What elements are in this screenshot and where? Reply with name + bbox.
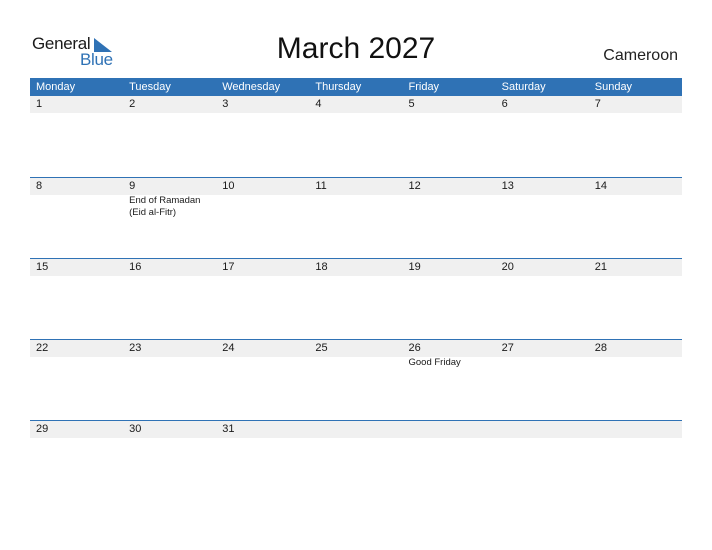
day-number: 4 bbox=[315, 98, 322, 110]
day-number: 31 bbox=[222, 423, 235, 435]
week-row: 29 30 31 bbox=[30, 420, 682, 438]
weeks-container: 1 2 3 4 5 6 7 8 9 End of Ramadan (Eid al-Fitr) 10 1… bbox=[30, 96, 682, 438]
day-cell: 4 bbox=[309, 96, 402, 113]
day-cell: 26 Good Friday bbox=[403, 340, 496, 369]
day-cell: 1 bbox=[30, 96, 123, 113]
weekday-tuesday: Tuesday bbox=[129, 81, 171, 93]
day-number bbox=[502, 421, 589, 438]
day-cell: 2 bbox=[123, 96, 216, 113]
day-cell: 22 bbox=[30, 340, 123, 369]
day-cell: 13 bbox=[496, 178, 589, 219]
day-number bbox=[409, 421, 496, 438]
day-cell: 20 bbox=[496, 259, 589, 276]
day-cell: 23 bbox=[123, 340, 216, 369]
weekday-thursday: Thursday bbox=[315, 81, 362, 93]
day-cell: 5 bbox=[403, 96, 496, 113]
weekday-wednesday: Wednesday bbox=[222, 81, 281, 93]
weekday-sunday: Sunday bbox=[594, 81, 633, 93]
day-number: 22 bbox=[36, 342, 49, 354]
weekday-friday: Friday bbox=[408, 81, 440, 93]
day-cell: 27 bbox=[496, 340, 589, 369]
weekday-header: Monday Tuesday Wednesday Thursday Friday… bbox=[30, 78, 682, 96]
day-number: 14 bbox=[594, 180, 607, 192]
day-number: 24 bbox=[222, 342, 235, 354]
holiday-label: Good Friday bbox=[408, 357, 461, 368]
day-cell: 16 bbox=[123, 259, 216, 276]
week-cells: 22 23 24 25 26 Good Friday 27 28 bbox=[30, 340, 682, 369]
day-number bbox=[315, 421, 402, 438]
day-cell: 18 bbox=[309, 259, 402, 276]
day-number: 30 bbox=[129, 423, 142, 435]
day-number: 26 bbox=[408, 342, 421, 354]
day-cell: 25 bbox=[309, 340, 402, 369]
day-cell: 15 bbox=[30, 259, 123, 276]
day-cell: 6 bbox=[496, 96, 589, 113]
day-cell bbox=[309, 421, 402, 438]
week-row: 15 16 17 18 19 20 21 bbox=[30, 258, 682, 339]
day-number: 18 bbox=[315, 261, 328, 273]
day-cell bbox=[496, 421, 589, 438]
day-number: 29 bbox=[36, 423, 49, 435]
weekday-saturday: Saturday bbox=[501, 81, 546, 93]
day-number: 8 bbox=[36, 180, 43, 192]
day-cell: 24 bbox=[216, 340, 309, 369]
day-number: 6 bbox=[501, 98, 508, 110]
day-number: 16 bbox=[129, 261, 142, 273]
day-number: 25 bbox=[315, 342, 328, 354]
day-number: 3 bbox=[222, 98, 229, 110]
day-cell: 21 bbox=[589, 259, 682, 276]
day-number: 11 bbox=[315, 180, 327, 192]
day-cell: 14 bbox=[589, 178, 682, 219]
day-number: 13 bbox=[501, 180, 514, 192]
week-row: 8 9 End of Ramadan (Eid al-Fitr) 10 11 12 13 14 bbox=[30, 177, 682, 258]
day-number: 27 bbox=[501, 342, 514, 354]
day-number: 23 bbox=[129, 342, 142, 354]
day-number: 28 bbox=[594, 342, 607, 354]
day-number: 1 bbox=[36, 98, 43, 110]
day-number: 19 bbox=[408, 261, 421, 273]
day-cell: 3 bbox=[216, 96, 309, 113]
week-row: 1 2 3 4 5 6 7 bbox=[30, 96, 682, 177]
weekday-monday: Monday bbox=[36, 81, 76, 93]
week-cells: 29 30 31 bbox=[30, 421, 682, 438]
day-cell: 11 bbox=[309, 178, 402, 219]
country-label: Cameroon bbox=[603, 47, 678, 64]
day-cell: 19 bbox=[403, 259, 496, 276]
calendar-grid: Monday Tuesday Wednesday Thursday Friday… bbox=[30, 78, 682, 438]
day-cell: 12 bbox=[403, 178, 496, 219]
day-cell: 10 bbox=[216, 178, 309, 219]
day-cell: 29 bbox=[30, 421, 123, 438]
day-cell: 17 bbox=[216, 259, 309, 276]
day-cell bbox=[589, 421, 682, 438]
day-cell: 8 bbox=[30, 178, 123, 219]
day-cell: 28 bbox=[589, 340, 682, 369]
day-cell: 31 bbox=[216, 421, 309, 438]
day-number: 17 bbox=[222, 261, 235, 273]
day-number: 21 bbox=[594, 261, 607, 273]
week-cells: 1 2 3 4 5 6 7 bbox=[30, 96, 682, 113]
day-number: 2 bbox=[129, 98, 136, 110]
day-number: 10 bbox=[222, 180, 235, 192]
day-number: 7 bbox=[594, 98, 601, 110]
day-cell: 9 End of Ramadan (Eid al-Fitr) bbox=[123, 178, 216, 219]
holiday-label: End of Ramadan (Eid al-Fitr) bbox=[129, 195, 201, 218]
day-number: 20 bbox=[501, 261, 514, 273]
day-cell: 7 bbox=[589, 96, 682, 113]
week-cells: 8 9 End of Ramadan (Eid al-Fitr) 10 11 12 13 14 bbox=[30, 178, 682, 219]
week-row: 22 23 24 25 26 Good Friday 27 28 bbox=[30, 339, 682, 420]
day-number bbox=[595, 421, 682, 438]
day-number: 15 bbox=[36, 261, 49, 273]
day-cell bbox=[403, 421, 496, 438]
day-number: 9 bbox=[129, 180, 136, 192]
week-cells: 15 16 17 18 19 20 21 bbox=[30, 259, 682, 276]
day-number: 12 bbox=[408, 180, 421, 192]
day-number: 5 bbox=[408, 98, 415, 110]
day-cell: 30 bbox=[123, 421, 216, 438]
